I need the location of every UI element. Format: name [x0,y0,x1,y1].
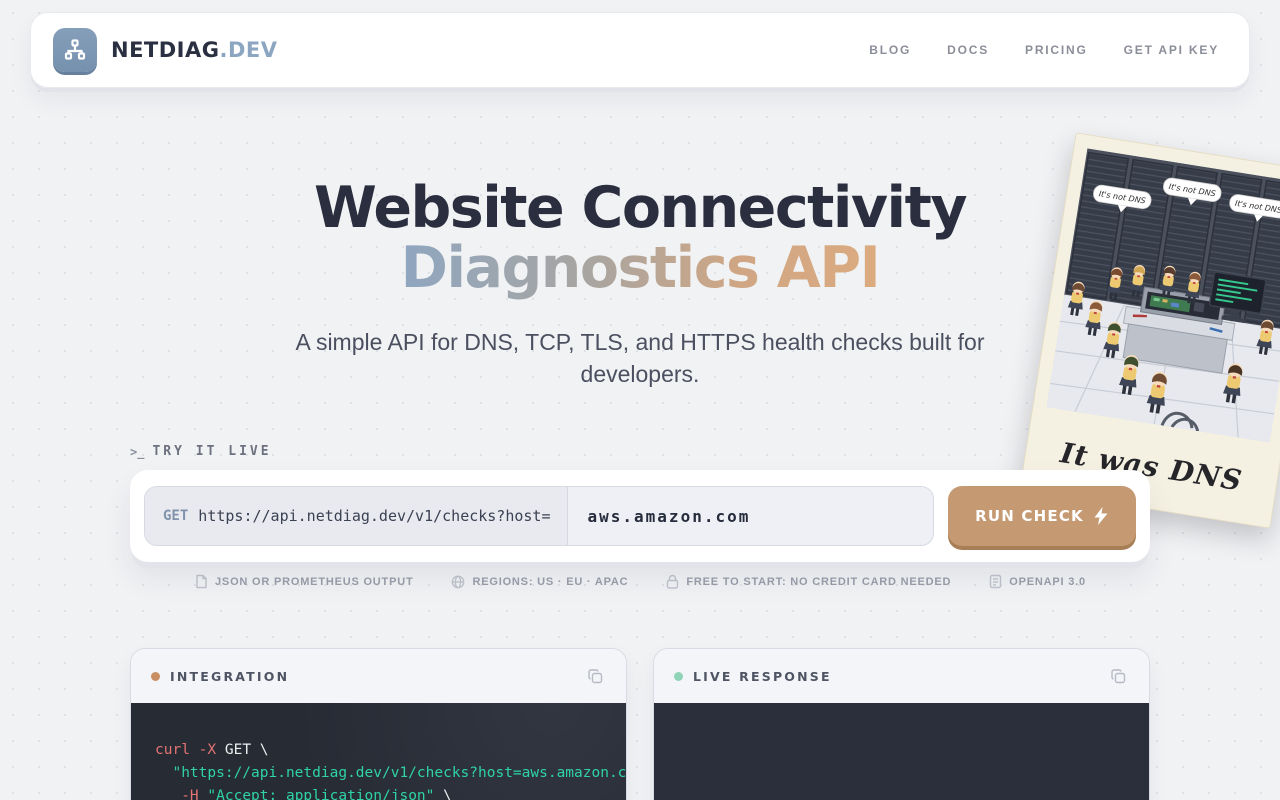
run-check-button[interactable]: RUN CHECK [948,486,1136,546]
live-response-card: LIVE RESPONSE [653,648,1150,800]
endpoint-field: GET https://api.netdiag.dev/v1/checks?ho… [144,486,934,546]
badge-regions-label: REGIONS: US · EU · APAC [472,575,629,588]
copy-icon[interactable] [1108,666,1129,687]
badge-output: JSON OR PROMETHEUS OUTPUT [194,574,413,589]
page-title-line1: Website Connectivity [314,175,968,241]
terminal-prompt-icon: >_ [130,444,145,459]
hero-section: Website Connectivity Diagnostics API A s… [0,178,1280,390]
endpoint-url-prefix: https://api.netdiag.dev/v1/checks?host= [198,507,551,525]
badge-openapi-label: OPENAPI 3.0 [1009,575,1086,588]
feature-badges: JSON OR PROMETHEUS OUTPUT REGIONS: US · … [0,574,1280,589]
run-check-label: RUN CHECK [975,507,1084,525]
page-title-line2: Diagnostics API [400,235,881,301]
try-it-live-label: >_ TRY IT LIVE [130,444,1150,459]
live-response-status-dot [674,671,683,681]
nav-link-blog[interactable]: BLOG [869,43,911,57]
try-it-live-text: TRY IT LIVE [152,444,272,459]
brand-name: NETDIAG.DEV [111,38,278,62]
file-json-icon [196,574,207,589]
sitemap-icon [53,28,97,72]
curl-code-block: curl -X GET \ "https://api.netdiag.dev/v… [131,703,626,800]
nav-link-get-api-key[interactable]: GET API KEY [1124,43,1219,57]
lightning-bolt-icon [1094,507,1108,525]
nav-link-docs[interactable]: DOCS [947,43,989,57]
badge-output-label: JSON OR PROMETHEUS OUTPUT [215,575,414,588]
document-icon [990,574,1002,589]
http-method-label: GET [163,508,189,524]
badge-openapi: OPENAPI 3.0 [989,574,1086,589]
live-response-output [654,703,1149,800]
hero-subtitle: A simple API for DNS, TCP, TLS, and HTTP… [295,329,985,387]
page-title: Website Connectivity Diagnostics API [0,178,1280,298]
brand[interactable]: NETDIAG.DEV [53,28,278,72]
copy-icon[interactable] [585,666,606,687]
badge-free: FREE TO START: NO CREDIT CARD NEEDED [666,574,951,589]
lock-icon [667,574,679,589]
host-input[interactable] [567,487,933,545]
integration-card-title: INTEGRATION [170,668,290,684]
try-it-live-section: >_ TRY IT LIVE GET https://api.netdiag.d… [130,444,1150,562]
code-cards-row: INTEGRATION curl -X GET \ "https://api.n… [130,648,1150,800]
endpoint-bar: GET https://api.netdiag.dev/v1/checks?ho… [130,470,1150,562]
integration-status-dot [151,671,160,681]
integration-card-header: INTEGRATION [131,649,626,703]
nav-links: BLOG DOCS PRICING GET API KEY [869,43,1219,57]
endpoint-prefix: GET https://api.netdiag.dev/v1/checks?ho… [145,487,568,545]
brand-suffix: .DEV [219,38,278,62]
integration-card: INTEGRATION curl -X GET \ "https://api.n… [130,648,627,800]
live-response-card-title: LIVE RESPONSE [693,668,832,684]
nav-link-pricing[interactable]: PRICING [1025,43,1088,57]
badge-free-label: FREE TO START: NO CREDIT CARD NEEDED [686,575,952,588]
live-response-card-header: LIVE RESPONSE [654,649,1149,703]
top-nav: NETDIAG.DEV BLOG DOCS PRICING GET API KE… [30,12,1250,88]
badge-regions: REGIONS: US · EU · APAC [451,575,628,589]
globe-icon [452,575,465,588]
